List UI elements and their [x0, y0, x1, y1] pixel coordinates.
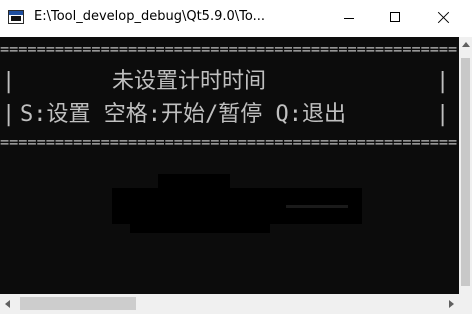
scroll-right-arrow-icon[interactable] [449, 300, 454, 308]
title-bar[interactable]: E:\Tool_develop_debug\Qt5.9.0\To... [0, 0, 472, 37]
vertical-scrollbar[interactable] [459, 37, 472, 294]
app-icon-titlebar [9, 11, 23, 15]
horizontal-scrollbar[interactable] [0, 294, 459, 314]
bottom-rule: ========================================… [0, 133, 458, 151]
horizontal-scroll-thumb[interactable] [20, 297, 136, 310]
console-window: E:\Tool_develop_debug\Qt5.9.0\To... ====… [0, 0, 472, 314]
close-icon [438, 11, 450, 23]
redacted-block [130, 221, 270, 233]
top-rule: ========================================… [0, 40, 458, 58]
right-border: | [436, 69, 450, 94]
window-title: E:\Tool_develop_debug\Qt5.9.0\To... [34, 9, 265, 24]
close-button[interactable] [418, 0, 472, 37]
right-border: | [436, 102, 450, 127]
timer-status-text: 未设置计时时间 [112, 69, 267, 94]
maximize-button[interactable] [372, 0, 418, 37]
minimize-button[interactable] [326, 0, 372, 37]
vertical-scroll-thumb[interactable] [461, 58, 470, 286]
console-app-icon[interactable] [8, 10, 24, 24]
scroll-left-arrow-icon[interactable] [5, 300, 10, 308]
left-border: | [2, 69, 16, 94]
redacted-line [286, 205, 348, 208]
console-output[interactable]: ========================================… [0, 37, 459, 294]
left-border: | [2, 102, 16, 127]
scrollbar-corner [459, 294, 472, 314]
key-help-text: S:设置 空格:开始/暂停 Q:退出 [20, 102, 346, 127]
scroll-up-arrow-icon[interactable] [462, 42, 470, 47]
app-icon-screen [11, 16, 21, 21]
